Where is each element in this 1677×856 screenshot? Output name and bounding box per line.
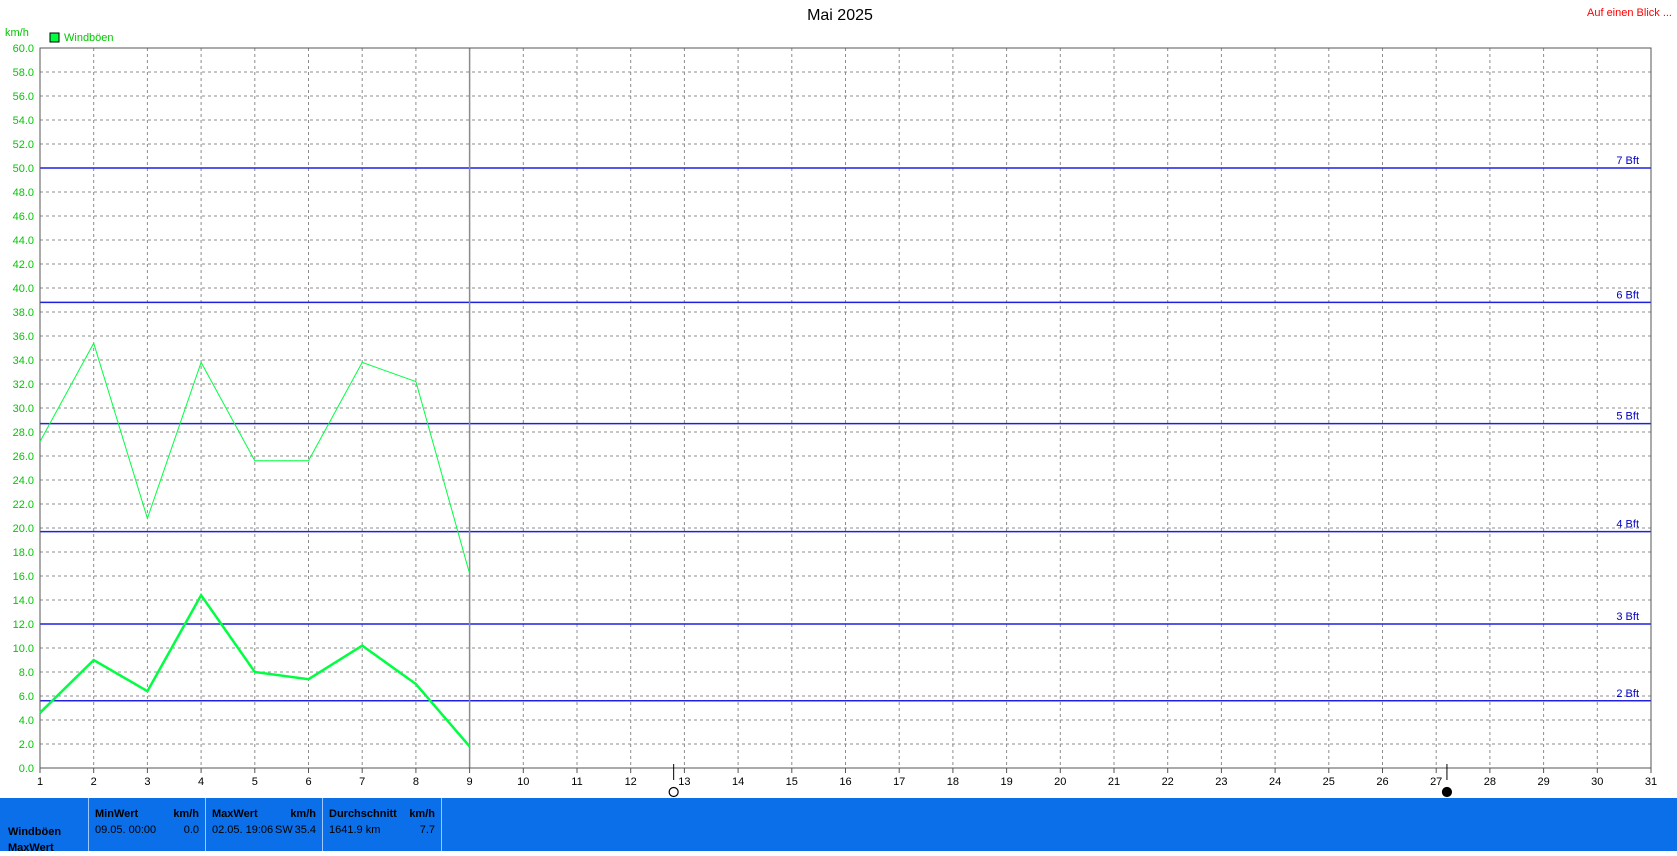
x-tick-label: 23 <box>1215 776 1227 788</box>
y-tick-label: 52.0 <box>13 139 34 151</box>
x-tick-label: 4 <box>198 776 204 788</box>
legend-swatch <box>50 33 59 42</box>
x-tick-label: 27 <box>1430 776 1442 788</box>
bft-label: 5 Bft <box>1616 411 1639 423</box>
x-tick-label: 5 <box>252 776 258 788</box>
y-tick-label: 38.0 <box>13 307 34 319</box>
x-tick-label: 29 <box>1537 776 1549 788</box>
wind-chart: Mai 2025 Auf einen Blick ... km/h Windbö… <box>0 0 1677 798</box>
x-tick-label: 24 <box>1269 776 1281 788</box>
x-tick-label: 6 <box>305 776 311 788</box>
x-tick-label: 17 <box>893 776 905 788</box>
bft-label: 2 Bft <box>1616 688 1639 700</box>
max-unit: km/h <box>290 808 316 820</box>
x-tick-label: 8 <box>413 776 419 788</box>
y-tick-label: 34.0 <box>13 355 34 367</box>
bft-label: 4 Bft <box>1616 519 1639 531</box>
x-tick-label: 14 <box>732 776 744 788</box>
new-moon-icon <box>1442 788 1451 797</box>
x-tick-label: 25 <box>1323 776 1335 788</box>
min-stat-box: MinWert km/h 09.05. 00:00 0.0 <box>88 798 206 851</box>
y-tick-label: 26.0 <box>13 451 34 463</box>
y-tick-label: 30.0 <box>13 403 34 415</box>
stats-row-label-2: MaxWert <box>8 840 61 856</box>
legend-label: Windböen <box>64 32 114 44</box>
y-tick-label: 60.0 <box>13 43 34 55</box>
full-moon-icon <box>669 788 678 797</box>
x-tick-label: 7 <box>359 776 365 788</box>
x-tick-label: 21 <box>1108 776 1120 788</box>
avg-unit: km/h <box>409 808 435 820</box>
y-tick-label: 6.0 <box>19 691 34 703</box>
y-tick-label: 12.0 <box>13 619 34 631</box>
y-tick-label: 22.0 <box>13 499 34 511</box>
avg-total: 1641.9 km <box>329 824 380 836</box>
max-header: MaxWert <box>212 808 258 820</box>
y-tick-label: 24.0 <box>13 475 34 487</box>
min-date: 09.05. 00:00 <box>95 824 156 836</box>
stats-row-label-1: Windböen <box>8 824 61 840</box>
y-tick-label: 28.0 <box>13 427 34 439</box>
y-tick-label: 20.0 <box>13 523 34 535</box>
x-tick-label: 16 <box>839 776 851 788</box>
x-tick-label: 31 <box>1645 776 1657 788</box>
min-header: MinWert <box>95 808 138 820</box>
y-tick-label: 50.0 <box>13 163 34 175</box>
x-tick-label: 28 <box>1484 776 1496 788</box>
min-unit: km/h <box>173 808 199 820</box>
chart-svg: Mai 2025 Auf einen Blick ... km/h Windbö… <box>0 0 1677 798</box>
max-value: 35.4 <box>295 824 316 836</box>
y-tick-label: 32.0 <box>13 379 34 391</box>
bft-label: 3 Bft <box>1616 611 1639 623</box>
x-tick-label: 9 <box>467 776 473 788</box>
stats-row-labels: Windböen MaxWert <box>8 824 61 856</box>
y-tick-label: 10.0 <box>13 643 34 655</box>
y-tick-label: 36.0 <box>13 331 34 343</box>
x-tick-label: 30 <box>1591 776 1603 788</box>
series-line-mean <box>40 595 470 746</box>
y-tick-label: 44.0 <box>13 235 34 247</box>
y-tick-label: 58.0 <box>13 67 34 79</box>
y-tick-label: 46.0 <box>13 211 34 223</box>
y-tick-label: 16.0 <box>13 571 34 583</box>
x-tick-label: 12 <box>625 776 637 788</box>
min-value: 0.0 <box>184 824 199 836</box>
y-tick-label: 56.0 <box>13 91 34 103</box>
y-tick-label: 14.0 <box>13 595 34 607</box>
chart-title: Mai 2025 <box>807 7 873 24</box>
avg-value: 7.7 <box>420 824 435 836</box>
y-tick-label: 0.0 <box>19 763 34 775</box>
x-tick-label: 3 <box>144 776 150 788</box>
y-tick-label: 18.0 <box>13 547 34 559</box>
stats-bar: Windböen MaxWert MinWert km/h 09.05. 00:… <box>0 798 1677 851</box>
bft-label: 6 Bft <box>1616 289 1639 301</box>
y-tick-label: 54.0 <box>13 115 34 127</box>
x-tick-label: 15 <box>786 776 798 788</box>
x-tick-label: 20 <box>1054 776 1066 788</box>
x-tick-label: 1 <box>37 776 43 788</box>
max-date: 02.05. 19:06 <box>212 824 273 836</box>
y-tick-label: 8.0 <box>19 667 34 679</box>
y-tick-label: 42.0 <box>13 259 34 271</box>
max-direction: SW <box>275 824 293 836</box>
x-tick-label: 11 <box>571 776 582 788</box>
y-tick-label: 4.0 <box>19 715 34 727</box>
avg-stat-box: Durchschnitt km/h 1641.9 km 7.7 <box>322 798 442 851</box>
x-tick-label: 19 <box>1000 776 1012 788</box>
x-tick-label: 18 <box>947 776 959 788</box>
overview-link[interactable]: Auf einen Blick ... <box>1587 7 1672 19</box>
bft-label: 7 Bft <box>1616 155 1639 167</box>
x-tick-label: 13 <box>678 776 690 788</box>
max-stat-box: MaxWert km/h 02.05. 19:06 SW 35.4 <box>205 798 323 851</box>
y-tick-label: 2.0 <box>19 739 34 751</box>
y-tick-label: 40.0 <box>13 283 34 295</box>
x-tick-label: 26 <box>1376 776 1388 788</box>
x-tick-label: 10 <box>517 776 529 788</box>
avg-header: Durchschnitt <box>329 808 397 820</box>
y-axis-label: km/h <box>5 27 29 39</box>
x-tick-label: 22 <box>1162 776 1174 788</box>
x-tick-label: 2 <box>91 776 97 788</box>
y-tick-label: 48.0 <box>13 187 34 199</box>
